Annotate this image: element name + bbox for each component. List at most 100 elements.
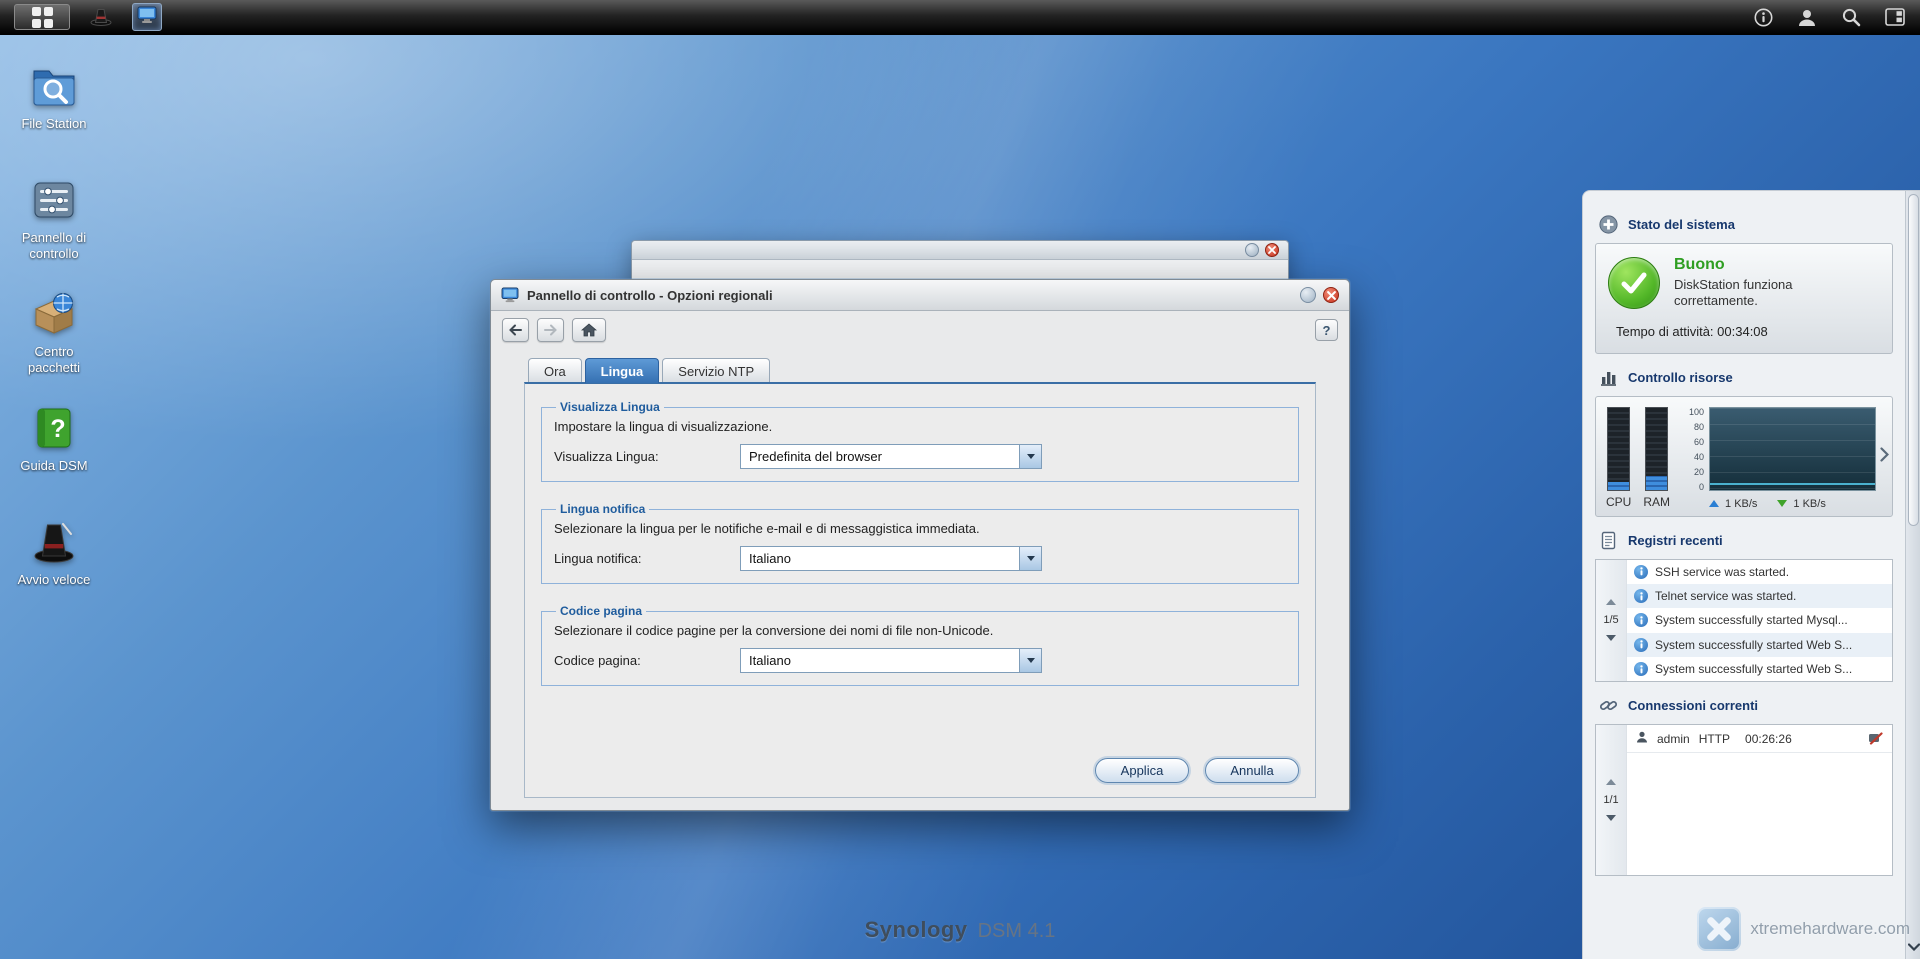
taskbar-quick-start-button[interactable] xyxy=(86,3,116,31)
system-status-header: Stato del sistema xyxy=(1583,201,1905,243)
desktop-icon-control-panel[interactable]: Pannello di controllo xyxy=(8,176,100,280)
dsm-brand-footer: Synology DSM 4.1 xyxy=(865,917,1056,943)
network-usage-chart xyxy=(1709,407,1876,491)
cpu-gauge: CPU xyxy=(1606,407,1631,510)
home-button[interactable] xyxy=(572,318,606,342)
control-panel-titlebar[interactable]: Pannello di controllo - Opzioni regional… xyxy=(491,280,1349,311)
display-language-select[interactable]: Predefinita del browser xyxy=(740,444,1042,469)
close-button[interactable] xyxy=(1323,287,1339,303)
system-status-widget: Buono DiskStation funziona correttamente… xyxy=(1595,243,1893,354)
brand-text: Synology xyxy=(865,917,968,943)
desktop-icon-quick-start[interactable]: Avvio veloce xyxy=(8,518,100,622)
search-icon[interactable] xyxy=(1840,6,1862,28)
codepage-section: Codice pagina Selezionare il codice pagi… xyxy=(541,604,1299,686)
log-rows: SSH service was started. Telnet service … xyxy=(1627,560,1892,682)
page-down-icon[interactable] xyxy=(1606,815,1616,821)
dsm-help-icon: ? xyxy=(30,404,78,452)
page-up-icon[interactable] xyxy=(1606,779,1616,785)
recent-logs-header: Registri recenti xyxy=(1583,517,1905,559)
package-center-icon xyxy=(30,290,78,338)
minimize-button[interactable] xyxy=(1300,287,1316,303)
user-silhouette-icon xyxy=(1636,731,1648,746)
tab-lingua[interactable]: Lingua xyxy=(585,358,660,383)
download-rate: 1 KB/s xyxy=(1793,498,1825,510)
widget-panel-icon[interactable] xyxy=(1884,6,1906,28)
section-legend: Lingua notifica xyxy=(556,502,649,516)
main-menu-button[interactable] xyxy=(14,4,70,30)
chevron-down-icon[interactable] xyxy=(1019,547,1041,570)
network-io-row: 1 KB/s 1 KB/s xyxy=(1682,493,1876,510)
network-chart-axis: 100 80 60 40 20 0 xyxy=(1682,407,1704,493)
window-title: Pannello di controllo - Opzioni regional… xyxy=(527,288,773,303)
storage-manager-titlebar[interactable] xyxy=(632,241,1288,260)
minimize-button[interactable] xyxy=(1245,243,1259,257)
chevron-down-icon[interactable] xyxy=(1019,445,1041,468)
log-row[interactable]: System successfully started Web S... xyxy=(1627,657,1892,681)
taskbar-right xyxy=(1752,6,1906,28)
field-row: Codice pagina: Italiano xyxy=(554,648,1286,673)
desktop-icon-label: Pannello di controllo xyxy=(8,230,100,263)
uptime-text: Tempo di attività: 00:34:08 xyxy=(1608,324,1880,339)
control-panel-window[interactable]: Pannello di controllo - Opzioni regional… xyxy=(490,279,1350,811)
disconnect-icon[interactable] xyxy=(1867,732,1883,746)
user-icon[interactable] xyxy=(1796,6,1818,28)
field-row: Lingua notifica: Italiano xyxy=(554,546,1286,571)
control-panel-toolbar: ? xyxy=(491,311,1349,349)
connection-time: 00:26:26 xyxy=(1745,732,1792,746)
apply-button[interactable]: Applica xyxy=(1095,758,1189,783)
bar-chart-icon xyxy=(1599,368,1618,387)
storage-manager-icon xyxy=(137,6,157,28)
info-icon[interactable] xyxy=(1752,6,1774,28)
control-panel-body: Ora Lingua Servizio NTP Visualizza Lingu… xyxy=(491,349,1349,810)
log-row[interactable]: SSH service was started. xyxy=(1627,560,1892,584)
cancel-button[interactable]: Annulla xyxy=(1205,758,1299,783)
desktop-icon-dsm-help[interactable]: ? Guida DSM xyxy=(8,404,100,508)
network-chart-column: 100 80 60 40 20 0 1 KB/s xyxy=(1682,407,1876,510)
shield-plus-icon xyxy=(1599,215,1618,234)
cpu-label: CPU xyxy=(1606,495,1631,509)
close-button[interactable] xyxy=(1265,243,1279,257)
forward-button[interactable] xyxy=(537,318,564,342)
connections-list: admin HTTP 00:26:26 xyxy=(1627,725,1892,875)
watermark-text: xtremehardware.com xyxy=(1750,919,1910,939)
back-button[interactable] xyxy=(502,318,529,342)
widget-panel-scrollbar[interactable] xyxy=(1905,191,1920,959)
page-up-icon[interactable] xyxy=(1606,599,1616,605)
resource-next-page-button[interactable] xyxy=(1880,447,1889,465)
desktop-icon-package-center[interactable]: Centro pacchetti xyxy=(8,290,100,394)
chevron-down-icon[interactable] xyxy=(1019,649,1041,672)
help-button[interactable]: ? xyxy=(1315,319,1338,341)
main-menu-icon xyxy=(32,7,53,28)
connections-pager: 1/1 xyxy=(1596,725,1627,875)
tab-content-lingua: Visualizza Lingua Impostare la lingua di… xyxy=(524,382,1316,798)
field-row: Visualizza Lingua: Predefinita del brows… xyxy=(554,444,1286,469)
network-usage-line xyxy=(1710,483,1875,485)
quick-start-icon xyxy=(90,6,112,29)
desktop-icon-label: Guida DSM xyxy=(20,458,87,474)
page-down-icon[interactable] xyxy=(1606,635,1616,641)
status-description: DiskStation funziona correttamente. xyxy=(1674,277,1844,310)
connections-widget: 1/1 admin HTTP 00:26:26 xyxy=(1595,724,1893,876)
scrollbar-thumb[interactable] xyxy=(1908,194,1919,526)
log-row[interactable]: System successfully started Web S... xyxy=(1627,633,1892,657)
field-label: Codice pagina: xyxy=(554,653,740,668)
tab-servizio-ntp[interactable]: Servizio NTP xyxy=(662,358,770,383)
log-row[interactable]: System successfully started Mysql... xyxy=(1627,608,1892,632)
info-circle-icon xyxy=(1634,565,1648,579)
section-description: Selezionare il codice pagine per la conv… xyxy=(554,623,1286,638)
log-row[interactable]: Telnet service was started. xyxy=(1627,584,1892,608)
section-legend: Visualizza Lingua xyxy=(556,400,664,414)
select-value: Italiano xyxy=(741,653,1019,668)
connection-row[interactable]: admin HTTP 00:26:26 xyxy=(1627,725,1892,753)
widget-title: Stato del sistema xyxy=(1628,217,1735,232)
widget-title: Connessioni correnti xyxy=(1628,698,1758,713)
notification-language-select[interactable]: Italiano xyxy=(740,546,1042,571)
codepage-select[interactable]: Italiano xyxy=(740,648,1042,673)
tab-ora[interactable]: Ora xyxy=(528,358,582,383)
ram-gauge-bar xyxy=(1645,407,1668,491)
desktop-icon-file-station[interactable]: File Station xyxy=(8,62,100,166)
logs-pager: 1/5 xyxy=(1596,560,1627,682)
watermark-logo-icon xyxy=(1697,907,1741,951)
quick-start-icon xyxy=(30,518,78,566)
taskbar-storage-manager-button[interactable] xyxy=(132,3,162,31)
